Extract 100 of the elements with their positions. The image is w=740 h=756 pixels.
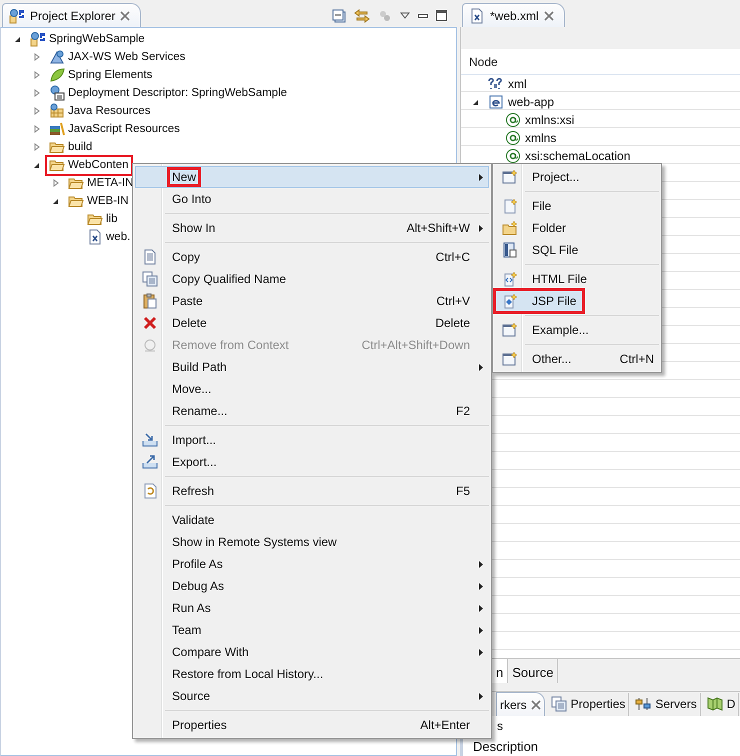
menu-item[interactable]: Compare With bbox=[135, 641, 489, 663]
tree-item[interactable]: WEB-IN bbox=[64, 190, 133, 212]
submenu-arrow-icon bbox=[479, 692, 483, 700]
tree-item[interactable]: SpringWebSample bbox=[26, 28, 149, 50]
expand-arrow-icon[interactable] bbox=[32, 52, 42, 62]
menu-item[interactable]: Rename... F2 bbox=[135, 400, 489, 422]
menu-item[interactable]: Delete Delete bbox=[135, 312, 489, 334]
menu-item[interactable]: Validate bbox=[135, 509, 489, 531]
menu-item[interactable]: Profile As bbox=[135, 553, 489, 575]
element-icon bbox=[488, 94, 504, 110]
page-tab[interactable]: n bbox=[492, 659, 508, 683]
export-icon bbox=[142, 454, 158, 470]
menu-item[interactable]: Move... bbox=[135, 378, 489, 400]
tree-item[interactable]: JAX-WS Web Services bbox=[45, 46, 190, 68]
menu-item[interactable]: Other... Ctrl+N bbox=[495, 348, 659, 370]
xml-file-icon bbox=[469, 8, 485, 24]
servers-icon bbox=[635, 696, 652, 712]
menu-item[interactable]: Project... bbox=[495, 166, 659, 188]
expand-arrow-icon[interactable] bbox=[51, 178, 61, 188]
attribute-icon bbox=[505, 112, 521, 128]
tree-item[interactable]: WebConten bbox=[45, 154, 133, 176]
menu-item[interactable]: Source bbox=[135, 685, 489, 707]
new-folder-icon bbox=[502, 220, 518, 236]
attribute-icon bbox=[505, 130, 521, 146]
view-tab[interactable]: Project Explorer bbox=[2, 3, 142, 27]
expand-arrow-icon[interactable] bbox=[32, 142, 42, 152]
import-icon bbox=[142, 432, 158, 448]
node-label: xsi:schemaLocation bbox=[525, 149, 630, 163]
column-header[interactable]: Description bbox=[460, 736, 740, 756]
menu-item[interactable]: New bbox=[135, 166, 489, 188]
expand-arrow-icon[interactable] bbox=[32, 106, 42, 116]
menu-item[interactable]: Build Path bbox=[135, 356, 489, 378]
clipboard-icon bbox=[142, 293, 158, 309]
link-icon[interactable] bbox=[354, 8, 370, 22]
tree-item[interactable]: Java Resources bbox=[45, 100, 154, 122]
tree-item[interactable]: Deployment Descriptor: SpringWebSample bbox=[45, 82, 292, 104]
refresh-icon bbox=[142, 483, 158, 499]
submenu-arrow-icon bbox=[479, 648, 483, 656]
expand-arrow-icon[interactable] bbox=[32, 70, 42, 80]
new-window-icon bbox=[502, 322, 518, 338]
collapse-all-icon[interactable] bbox=[332, 8, 346, 22]
jsp-file-icon bbox=[502, 293, 518, 309]
editor-tab[interactable]: *web.xml bbox=[462, 3, 565, 27]
submenu-arrow-icon bbox=[479, 224, 483, 232]
menu-item[interactable]: Example... bbox=[495, 319, 659, 341]
tree-item[interactable]: lib bbox=[83, 208, 122, 230]
menu-item[interactable]: Show in Remote Systems view bbox=[135, 531, 489, 553]
menu-item[interactable]: Copy Ctrl+C bbox=[135, 246, 489, 268]
menu-item[interactable]: Go Into bbox=[135, 188, 489, 210]
menu-item[interactable]: SQL File bbox=[495, 239, 659, 261]
menu-item[interactable]: Restore from Local History... bbox=[135, 663, 489, 685]
submenu-arrow-icon bbox=[479, 604, 483, 612]
menu-item[interactable]: Team bbox=[135, 619, 489, 641]
page-tab[interactable]: Source bbox=[508, 659, 558, 683]
tree-item[interactable]: Spring Elements bbox=[45, 64, 156, 86]
explorer-icon bbox=[9, 8, 25, 24]
summary-text: s bbox=[497, 719, 503, 733]
close-icon[interactable] bbox=[544, 10, 554, 20]
submenu-arrow-icon bbox=[479, 582, 483, 590]
new-project-icon bbox=[502, 169, 518, 185]
attribute-icon bbox=[505, 148, 521, 164]
node-label: web-app bbox=[508, 95, 554, 109]
menu-item[interactable]: Paste Ctrl+V bbox=[135, 290, 489, 312]
view-tab[interactable]: D bbox=[704, 692, 740, 716]
new-window-icon bbox=[502, 351, 518, 367]
expand-arrow-icon[interactable] bbox=[32, 124, 42, 134]
html-file-icon bbox=[502, 271, 518, 287]
menu-item[interactable]: HTML File bbox=[495, 268, 659, 290]
descriptor-icon bbox=[49, 85, 65, 101]
leaf-icon bbox=[49, 67, 65, 83]
instruction-icon bbox=[488, 76, 504, 92]
menu-item[interactable]: Copy Qualified Name bbox=[135, 268, 489, 290]
menu-item[interactable]: Export... bbox=[135, 451, 489, 473]
xml-file-icon bbox=[87, 229, 103, 245]
menu-item[interactable]: Run As bbox=[135, 597, 489, 619]
close-icon[interactable] bbox=[120, 10, 130, 20]
expand-arrow-icon[interactable] bbox=[32, 88, 42, 98]
maximize-icon[interactable] bbox=[436, 10, 447, 21]
menu-item[interactable]: Properties Alt+Enter bbox=[135, 714, 489, 736]
documents-icon bbox=[142, 271, 158, 287]
java-resources-icon bbox=[49, 103, 65, 119]
node-label: xmlns bbox=[525, 131, 556, 145]
menu-item[interactable]: JSP File bbox=[495, 290, 583, 312]
map-icon bbox=[706, 696, 723, 712]
view-menu-icon[interactable] bbox=[400, 12, 410, 20]
submenu-arrow-icon bbox=[479, 626, 483, 634]
menu-item[interactable]: File bbox=[495, 195, 659, 217]
tree-item[interactable]: JavaScript Resources bbox=[45, 118, 184, 140]
tree-item[interactable]: web. bbox=[83, 226, 134, 248]
menu-item[interactable]: Refresh F5 bbox=[135, 480, 489, 502]
menu-item[interactable]: Show In Alt+Shift+W bbox=[135, 217, 489, 239]
close-icon[interactable] bbox=[530, 700, 541, 710]
menu-item[interactable]: Import... bbox=[135, 429, 489, 451]
copy-icon bbox=[142, 249, 158, 265]
view-tab[interactable]: rkers bbox=[496, 692, 545, 716]
menu-item[interactable]: Folder bbox=[495, 217, 659, 239]
tree-item[interactable]: build bbox=[45, 136, 96, 158]
menu-item[interactable]: Debug As bbox=[135, 575, 489, 597]
submenu-arrow-icon bbox=[479, 364, 483, 370]
node-label: xml bbox=[508, 77, 527, 91]
